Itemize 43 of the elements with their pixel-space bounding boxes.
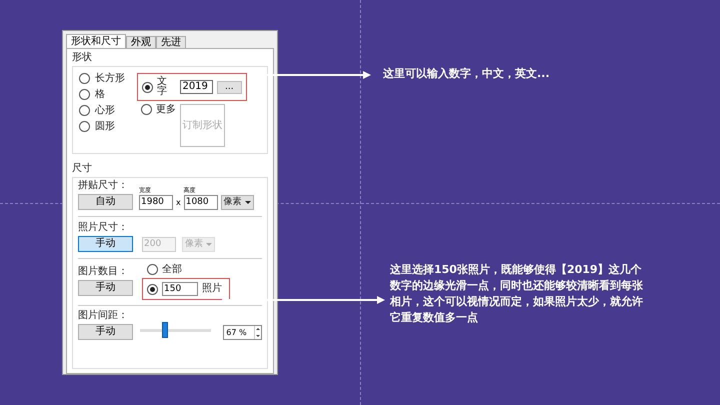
spin-box[interactable]: 67 % — [223, 325, 262, 340]
field-label: 心形 — [95, 106, 115, 116]
radio-button[interactable] — [79, 73, 90, 84]
radio-button[interactable] — [79, 105, 90, 116]
field-label: 圆形 — [95, 122, 115, 132]
tab[interactable]: 先进 — [156, 36, 186, 48]
field-label: 照片 — [202, 284, 222, 294]
unit-dropdown[interactable]: 像素 — [220, 195, 254, 210]
mode-button[interactable]: 自动 — [78, 194, 133, 210]
field-label: 图片间距： — [78, 311, 129, 321]
field-label: 文字 — [157, 77, 168, 97]
caret-icon — [244, 201, 251, 204]
radio-button[interactable] — [147, 264, 158, 275]
spin-value: 67 % — [226, 328, 247, 336]
field-label: 形状 — [72, 53, 93, 63]
callout-text: 这里选择150张照片，既能够使得【2019】这几个数字的边缘光滑一点，同时也还能够较清晰看到每张相片，这个可以视情况而定，如果照片太少，就允许它重复数值多一点 — [390, 262, 644, 326]
field-label: 照片尺寸： — [78, 223, 129, 233]
text-field[interactable]: 2019 — [180, 80, 213, 94]
radio-button[interactable] — [141, 104, 152, 115]
slider-thumb[interactable] — [162, 322, 168, 338]
count-field[interactable]: 150 — [162, 282, 198, 296]
field-label: 全部 — [162, 264, 182, 274]
times-sign: x — [176, 197, 181, 209]
callout-text: 这里可以输入数字，中文，英文... — [383, 66, 550, 82]
browse-button[interactable]: ... — [216, 80, 242, 94]
field-label: 拼贴尺寸： — [78, 181, 129, 191]
field-label: 图片数目： — [78, 267, 129, 277]
field-label: 更多 — [156, 104, 176, 114]
radio-button[interactable] — [147, 284, 158, 294]
height-field[interactable]: 1080 — [184, 195, 218, 210]
width-field[interactable]: 1980 — [139, 195, 173, 210]
radio-button[interactable] — [79, 89, 90, 100]
tab[interactable]: 形状和尺寸 — [66, 34, 126, 48]
field-label: 格 — [95, 90, 105, 100]
radio-button[interactable] — [142, 82, 153, 92]
radio-button[interactable] — [79, 121, 90, 132]
spin-arrows-icon — [254, 326, 261, 339]
mode-button[interactable]: 手动 — [78, 324, 133, 340]
tab[interactable]: 外观 — [126, 36, 156, 48]
mode-button[interactable]: 手动 — [78, 280, 133, 296]
caret-icon — [206, 243, 212, 246]
field-label: 尺寸 — [72, 164, 93, 174]
field-label: 长方形 — [95, 74, 125, 84]
